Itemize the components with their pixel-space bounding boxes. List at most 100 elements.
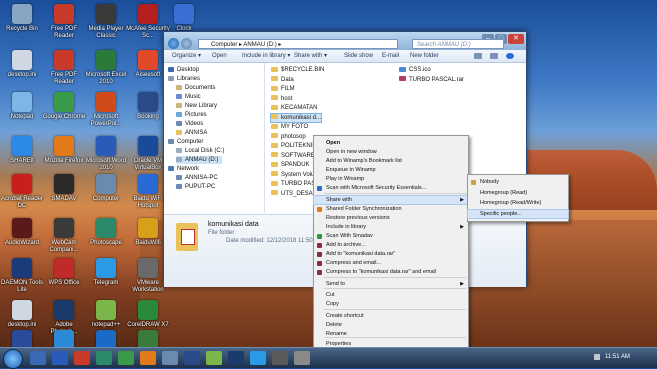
address-bar[interactable]: Computer ▸ ANMAU (D:) ▸ [198, 39, 398, 49]
clock[interactable]: 11:51 AM [605, 354, 630, 360]
file-item[interactable]: KECAMATAN [271, 104, 317, 112]
context-menu-item[interactable]: Shared Folder Synchronization [314, 205, 468, 213]
taskbar-app-icon[interactable] [162, 351, 178, 365]
file-item[interactable]: host [271, 95, 292, 103]
nav-item[interactable]: Computer [168, 138, 203, 146]
taskbar-app-icon[interactable] [184, 351, 200, 365]
desktop-icon[interactable]: Computer [84, 174, 128, 203]
forward-icon[interactable] [181, 38, 192, 49]
context-menu-item[interactable]: Scan with Microsoft Security Essentials.… [314, 184, 468, 192]
context-menu-item[interactable]: Send to ▶ [314, 280, 468, 288]
view-icon[interactable] [474, 53, 482, 59]
taskbar-app-icon[interactable] [118, 351, 134, 365]
file-item[interactable]: TURBO PASCAL.rar [399, 76, 464, 84]
file-item[interactable]: SOFTWARE [271, 152, 315, 160]
taskbar-app-icon[interactable] [228, 351, 244, 365]
preview-pane-icon[interactable] [490, 53, 498, 59]
start-button[interactable] [3, 349, 23, 369]
desktop-icon[interactable]: WPS Office [42, 258, 86, 287]
toolbar-button[interactable]: Organize ▾ [172, 50, 201, 62]
context-menu-item[interactable]: Copy [314, 300, 468, 308]
desktop-icon[interactable]: Free PDF Reader [42, 50, 86, 86]
desktop-icon[interactable]: Microsoft Word 2010 [84, 136, 128, 172]
search-input[interactable]: Search ANMAU (D:) [412, 39, 504, 49]
context-menu-item[interactable]: Delete [314, 321, 468, 329]
taskbar-app-icon[interactable] [30, 351, 46, 365]
desktop-icon[interactable]: Google Chrome [42, 92, 86, 121]
desktop-icon[interactable]: Free PDF Reader [42, 4, 86, 40]
share-submenu-item[interactable]: Nobody [468, 178, 568, 186]
desktop-icon[interactable]: desktop.ini [0, 300, 44, 329]
nav-item[interactable]: PUPUT-PC [176, 183, 215, 191]
nav-item[interactable]: Videos [176, 120, 203, 128]
desktop-icon[interactable]: SMADAV [42, 174, 86, 203]
taskbar-app-icon[interactable] [294, 351, 310, 365]
file-item[interactable]: SPANDUK [271, 161, 310, 169]
toolbar-button[interactable]: Include in library ▾ [242, 50, 290, 62]
nav-item[interactable]: ANNISA-PC [176, 174, 218, 182]
context-menu-item[interactable]: Cut [314, 291, 468, 299]
file-item[interactable]: FILM [271, 85, 295, 93]
context-menu-item[interactable]: Include in library ▶ [314, 223, 468, 231]
share-submenu-item[interactable]: Specific people... [467, 208, 569, 219]
desktop-icon[interactable]: Recycle Bin [0, 4, 44, 33]
desktop-icon[interactable]: WebCam Compani... [42, 218, 86, 254]
help-icon[interactable] [506, 53, 514, 59]
file-item[interactable]: komunikasi d... [269, 112, 323, 123]
desktop-icon[interactable]: Media Player Classic [84, 4, 128, 40]
desktop-icon[interactable]: Microsoft Excel 2010 [84, 50, 128, 86]
nav-item[interactable]: ANNISA [176, 129, 207, 137]
file-item[interactable]: photosop [271, 133, 306, 141]
context-menu-item[interactable]: Create shortcut [314, 312, 468, 320]
context-menu-item[interactable]: Scan With Smadav [314, 232, 468, 240]
taskbar-app-icon[interactable] [96, 351, 112, 365]
desktop-icon[interactable]: Clock [162, 4, 206, 33]
desktop-icon[interactable]: Acrobat Reader DC [0, 174, 44, 210]
context-menu-item[interactable]: Add to "komunikasi data.rar" [314, 250, 468, 258]
desktop-icon[interactable]: notepad++ [84, 300, 128, 329]
desktop-icon[interactable]: Telegram [84, 258, 128, 287]
nav-item[interactable]: New Library [176, 102, 217, 110]
toolbar-button[interactable]: Slide show [344, 50, 373, 62]
nav-item[interactable]: Local Disk (C:) [176, 147, 224, 155]
toolbar-button[interactable]: Share with ▾ [294, 50, 327, 62]
desktop-icon[interactable]: Microsoft PowerPoi... [84, 92, 128, 128]
nav-item[interactable]: Desktop [168, 66, 199, 74]
context-menu-item[interactable]: Restore previous versions [314, 214, 468, 222]
context-menu-item[interactable]: Add to Winamp's Bookmark list [314, 157, 468, 165]
nav-item[interactable]: Network [168, 165, 199, 173]
desktop-icon[interactable]: AudioWizard [0, 218, 44, 247]
toolbar-button[interactable]: New folder [410, 50, 439, 62]
desktop-icon[interactable]: Mozilla Firefox [42, 136, 86, 165]
taskbar-app-icon[interactable] [250, 351, 266, 365]
nav-item[interactable]: Documents [176, 84, 215, 92]
taskbar-app-icon[interactable] [206, 351, 222, 365]
volume-icon[interactable] [594, 354, 600, 360]
desktop-icon[interactable]: DAEMON Tools Lite [0, 258, 44, 294]
desktop-icon[interactable]: desktop.ini [0, 50, 44, 79]
taskbar-app-icon[interactable] [140, 351, 156, 365]
desktop-icon[interactable]: Photoscape [84, 218, 128, 247]
back-icon[interactable] [168, 38, 179, 49]
context-menu-item[interactable]: Play in Winamp [314, 175, 468, 183]
file-item[interactable]: Data [271, 76, 294, 84]
context-menu-item[interactable]: Compress to "komunikasi data.rar" and em… [314, 268, 468, 276]
context-menu-item[interactable]: Open [314, 139, 468, 147]
file-item[interactable]: UTS_DESAIN [271, 190, 319, 198]
context-menu-item[interactable]: Share with ▶ [313, 195, 469, 205]
share-submenu-item[interactable]: Homegroup (Read) [468, 189, 568, 197]
taskbar-app-icon[interactable] [272, 351, 288, 365]
file-item[interactable]: CSS.ico [399, 66, 431, 74]
file-item[interactable]: $RECYCLE.BIN [271, 66, 324, 74]
desktop-icon[interactable]: CorelDRAW X7 [126, 300, 170, 329]
nav-item[interactable]: ANMAU (D:) [176, 156, 223, 164]
share-submenu-item[interactable]: Homegroup (Read/Write) [468, 199, 568, 207]
context-menu-item[interactable]: Add to archive... [314, 241, 468, 249]
context-menu-item[interactable]: Compress and email... [314, 259, 468, 267]
desktop-icon[interactable]: SHAREit [0, 136, 44, 165]
toolbar-button[interactable]: E-mail [382, 50, 399, 62]
nav-item[interactable]: Pictures [176, 111, 207, 119]
nav-item[interactable]: Music [176, 93, 201, 101]
file-item[interactable]: MY FOTO [271, 123, 308, 131]
taskbar-app-icon[interactable] [74, 351, 90, 365]
